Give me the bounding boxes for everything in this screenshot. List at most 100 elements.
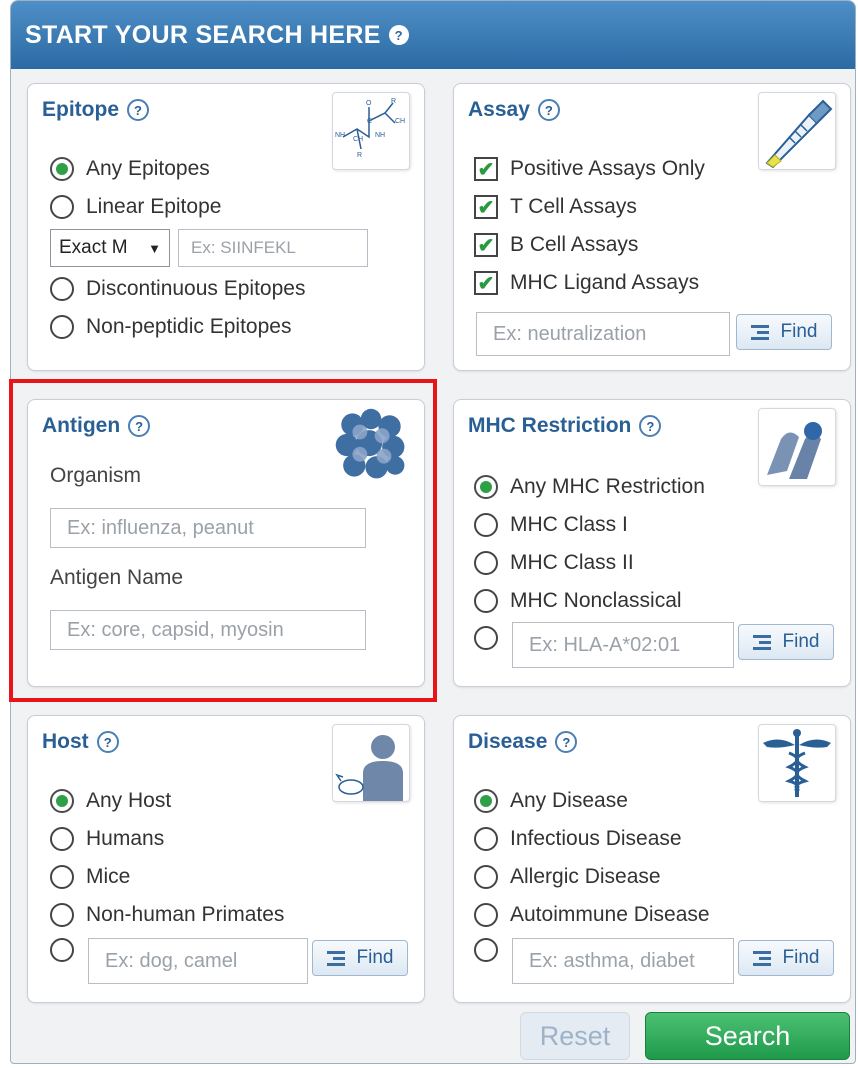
host-option-mice[interactable]: Mice xyxy=(50,865,130,889)
radio-icon[interactable] xyxy=(474,903,498,927)
find-label: Find xyxy=(356,947,394,968)
assay-check-positive[interactable]: ✔ Positive Assays Only xyxy=(474,157,705,181)
disease-option-allergic[interactable]: Allergic Disease xyxy=(474,865,661,889)
find-label: Find xyxy=(780,321,818,342)
epitope-option-nonpeptidic[interactable]: Non-peptidic Epitopes xyxy=(50,315,291,339)
option-label: MHC Class II xyxy=(510,551,634,574)
help-icon[interactable]: ? xyxy=(127,99,149,121)
disease-title-text: Disease xyxy=(468,730,548,753)
assay-check-bcell[interactable]: ✔ B Cell Assays xyxy=(474,233,638,257)
mhc-find-button[interactable]: Find xyxy=(738,624,834,660)
mhc-option-class-i[interactable]: MHC Class I xyxy=(474,513,628,537)
host-search-input[interactable]: Ex: dog, camel xyxy=(88,938,308,984)
option-label: Non-peptidic Epitopes xyxy=(86,315,292,338)
radio-icon[interactable] xyxy=(50,195,74,219)
mhc-panel: MHC Restriction ? Any MHC Restriction MH… xyxy=(453,399,851,687)
mhc-molecule-icon xyxy=(758,408,836,486)
reset-button[interactable]: Reset xyxy=(520,1012,630,1060)
epitope-panel: Epitope ? NH CH NH O C CH R R Any Epitopes xyxy=(27,83,425,371)
mhc-option-custom-radio[interactable] xyxy=(474,626,498,650)
option-label: B Cell Assays xyxy=(510,233,639,256)
help-icon[interactable]: ? xyxy=(555,731,578,753)
radio-icon[interactable] xyxy=(50,315,74,339)
assay-search-input[interactable]: Ex: neutralization xyxy=(476,312,730,356)
disease-find-button[interactable]: Find xyxy=(738,940,834,976)
radio-selected-icon[interactable] xyxy=(50,789,74,813)
mhc-option-nonclassical[interactable]: MHC Nonclassical xyxy=(474,589,682,613)
radio-icon[interactable] xyxy=(50,865,74,889)
mhc-search-input[interactable]: Ex: HLA-A*02:01 xyxy=(512,622,734,668)
radio-selected-icon[interactable] xyxy=(474,789,498,813)
list-icon xyxy=(326,948,345,969)
radio-icon[interactable] xyxy=(474,865,498,889)
list-icon xyxy=(752,632,771,653)
input-placeholder: Ex: HLA-A*02:01 xyxy=(529,633,681,656)
assay-check-mhc-ligand[interactable]: ✔ MHC Ligand Assays xyxy=(474,271,699,295)
disease-title: Disease ? xyxy=(468,730,578,754)
help-icon[interactable]: ? xyxy=(388,25,409,45)
radio-selected-icon[interactable] xyxy=(474,475,498,499)
input-placeholder: Ex: SIINFEKL xyxy=(191,238,296,257)
option-label: Any Disease xyxy=(510,789,628,812)
mhc-option-any[interactable]: Any MHC Restriction xyxy=(474,475,705,499)
search-button[interactable]: Search xyxy=(645,1012,850,1060)
disease-search-input[interactable]: Ex: asthma, diabet xyxy=(512,938,734,984)
option-label: MHC Class I xyxy=(510,513,628,536)
option-label: Allergic Disease xyxy=(510,865,661,888)
help-icon[interactable]: ? xyxy=(639,415,662,437)
host-option-humans[interactable]: Humans xyxy=(50,827,164,851)
help-icon[interactable]: ? xyxy=(96,731,119,753)
epitope-option-discontinuous[interactable]: Discontinuous Epitopes xyxy=(50,277,305,301)
option-label: Humans xyxy=(86,827,165,850)
radio-icon[interactable] xyxy=(474,551,498,575)
disease-option-autoimmune[interactable]: Autoimmune Disease xyxy=(474,903,710,927)
option-label: Linear Epitope xyxy=(86,195,222,218)
epitope-title: Epitope ? xyxy=(42,98,149,122)
radio-selected-icon[interactable] xyxy=(50,157,74,181)
host-option-custom-radio[interactable] xyxy=(50,938,74,962)
epitope-sequence-input[interactable]: Ex: SIINFEKL xyxy=(178,229,368,267)
option-label: Infectious Disease xyxy=(510,827,682,850)
disease-option-any[interactable]: Any Disease xyxy=(474,789,628,813)
checkbox-checked-icon[interactable]: ✔ xyxy=(474,271,498,295)
match-type-select[interactable]: Exact M ▼ xyxy=(50,229,170,267)
header-title: START YOUR SEARCH HERE xyxy=(25,20,381,49)
assay-find-button[interactable]: Find xyxy=(736,314,832,350)
checkbox-checked-icon[interactable]: ✔ xyxy=(474,157,498,181)
svg-text:O: O xyxy=(366,100,372,107)
disease-option-custom-radio[interactable] xyxy=(474,938,498,962)
help-icon[interactable]: ? xyxy=(537,99,560,121)
radio-icon[interactable] xyxy=(474,513,498,537)
epitope-option-any[interactable]: Any Epitopes xyxy=(50,157,210,181)
host-title-text: Host xyxy=(42,730,89,753)
list-icon xyxy=(750,322,769,343)
option-label: Any MHC Restriction xyxy=(510,475,705,498)
radio-icon[interactable] xyxy=(474,827,498,851)
host-option-primates[interactable]: Non-human Primates xyxy=(50,903,284,927)
host-find-button[interactable]: Find xyxy=(312,940,408,976)
disease-option-infectious[interactable]: Infectious Disease xyxy=(474,827,682,851)
checkbox-checked-icon[interactable]: ✔ xyxy=(474,233,498,257)
input-placeholder: Ex: neutralization xyxy=(493,322,647,345)
assay-check-tcell[interactable]: ✔ T Cell Assays xyxy=(474,195,637,219)
svg-text:CH: CH xyxy=(395,118,405,125)
assay-title: Assay ? xyxy=(468,98,560,122)
radio-icon[interactable] xyxy=(474,589,498,613)
mhc-option-class-ii[interactable]: MHC Class II xyxy=(474,551,634,575)
epitope-option-linear[interactable]: Linear Epitope xyxy=(50,195,221,219)
assay-panel: Assay ? ✔ Positive Assays Only ✔ T Cell … xyxy=(453,83,851,371)
antigen-highlight-box xyxy=(9,379,437,702)
dropdown-arrow-icon: ▼ xyxy=(148,240,161,256)
checkbox-checked-icon[interactable]: ✔ xyxy=(474,195,498,219)
svg-text:NH: NH xyxy=(335,132,345,139)
find-label: Find xyxy=(782,947,820,968)
radio-icon[interactable] xyxy=(50,827,74,851)
option-label: MHC Ligand Assays xyxy=(510,271,700,294)
svg-text:NH: NH xyxy=(375,132,385,139)
host-option-any[interactable]: Any Host xyxy=(50,789,171,813)
svg-text:C: C xyxy=(367,118,372,125)
svg-text:R: R xyxy=(391,98,396,105)
radio-icon[interactable] xyxy=(50,277,74,301)
option-label: MHC Nonclassical xyxy=(510,589,682,612)
radio-icon[interactable] xyxy=(50,903,74,927)
